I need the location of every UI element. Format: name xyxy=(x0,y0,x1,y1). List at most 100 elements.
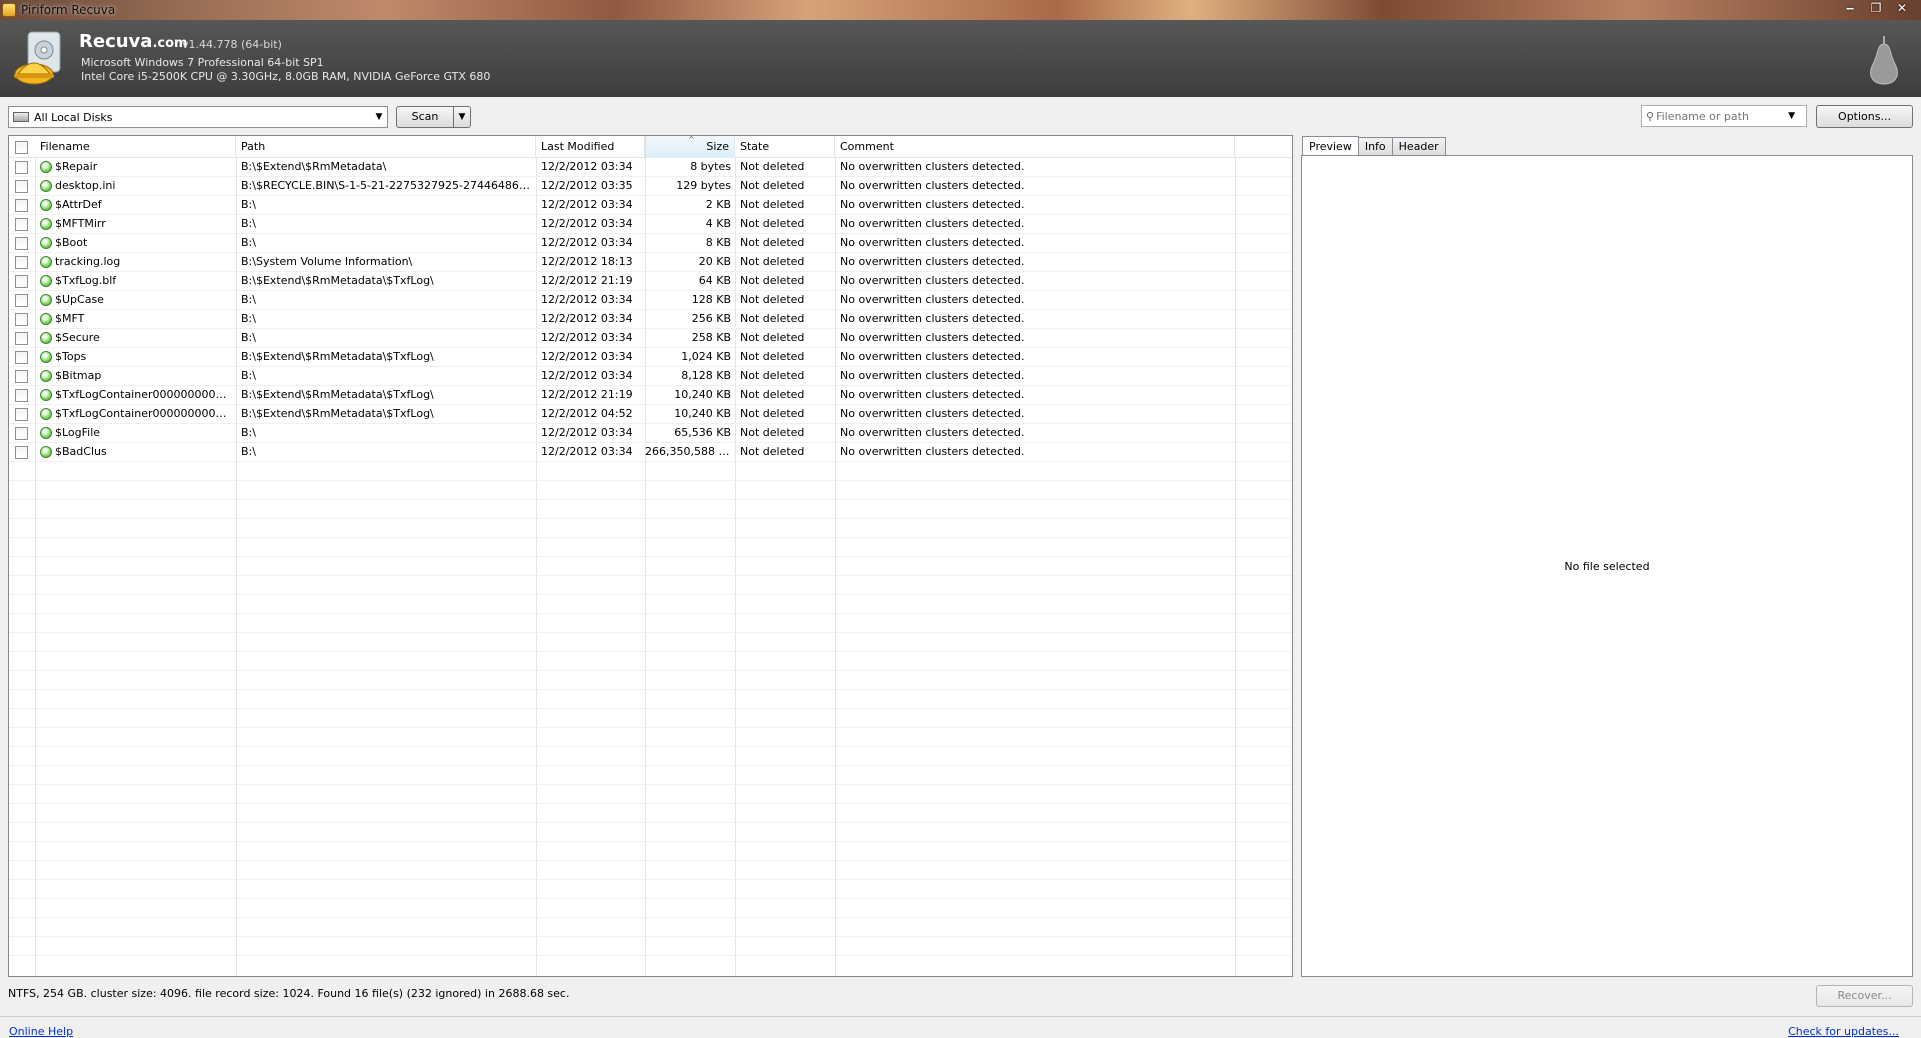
minimize-button[interactable]: ‒ xyxy=(1837,0,1863,17)
table-row[interactable]: $MFTMirr B:\ 12/2/2012 03:34 4 KB Not delete… xyxy=(9,215,1292,234)
table-row[interactable]: $UpCase B:\ 12/2/2012 03:34 128 KB Not delet… xyxy=(9,291,1292,310)
cell-size: 4 KB xyxy=(705,217,731,230)
table-row[interactable]: $BadClus B:\ 12/2/2012 03:34 266,350,588 KB… xyxy=(9,443,1292,462)
cell-modified: 12/2/2012 03:34 xyxy=(541,236,633,249)
table-row[interactable]: $TxfLogContainer000000000000... B:\$Exten… xyxy=(9,386,1292,405)
recover-button[interactable]: Recover... xyxy=(1816,985,1913,1007)
cell-state: Not deleted xyxy=(740,350,805,363)
cell-filename: $LogFile xyxy=(55,426,101,439)
green-circle-icon xyxy=(40,427,52,439)
row-checkbox[interactable] xyxy=(15,351,28,364)
scan-button[interactable]: Scan xyxy=(396,106,454,128)
window-controls: ‒ ❐ ✕ xyxy=(1837,0,1915,17)
green-circle-icon xyxy=(40,351,52,363)
empty-row xyxy=(9,785,1292,804)
cell-modified: 12/2/2012 03:34 xyxy=(541,331,633,344)
table-row[interactable]: $Repair B:\$Extend\$RmMetadata\ 12/2/2012 … xyxy=(9,158,1292,177)
chevron-down-icon[interactable]: ▼ xyxy=(1788,111,1795,121)
cell-size: 8 KB xyxy=(705,236,731,249)
search-box[interactable]: ⚲ ▼ xyxy=(1641,105,1807,127)
row-checkbox[interactable] xyxy=(15,161,28,174)
scan-dropdown-button[interactable]: ▼ xyxy=(453,106,471,128)
row-checkbox[interactable] xyxy=(15,370,28,383)
select-all-checkbox[interactable] xyxy=(15,141,28,154)
cell-modified: 12/2/2012 21:19 xyxy=(541,274,633,287)
green-circle-icon xyxy=(40,199,52,211)
empty-row xyxy=(9,614,1292,633)
empty-row xyxy=(9,880,1292,899)
column-header-size[interactable]: ^ Size xyxy=(645,136,735,158)
row-checkbox[interactable] xyxy=(15,427,28,440)
column-header-comment[interactable]: Comment xyxy=(835,136,1235,158)
cell-size: 129 bytes xyxy=(676,179,731,192)
column-header-last-modified[interactable]: Last Modified xyxy=(536,136,645,158)
table-row[interactable]: $Tops B:\$Extend\$RmMetadata\$TxfLog\ 12/2… xyxy=(9,348,1292,367)
column-header-filename[interactable]: Filename xyxy=(35,136,236,158)
table-row[interactable]: $Secure B:\ 12/2/2012 03:34 258 KB Not delet… xyxy=(9,329,1292,348)
row-checkbox[interactable] xyxy=(15,275,28,288)
table-row[interactable]: $TxfLogContainer000000000000... B:\$Exten… xyxy=(9,405,1292,424)
column-header-state[interactable]: State xyxy=(735,136,835,158)
cell-comment: No overwritten clusters detected. xyxy=(840,217,1025,230)
cell-state: Not deleted xyxy=(740,217,805,230)
table-row[interactable]: tracking.log B:\System Volume Information… xyxy=(9,253,1292,272)
table-row[interactable]: $MFT B:\ 12/2/2012 03:34 256 KB Not deleted N… xyxy=(9,310,1292,329)
cell-filename: $TxfLogContainer000000000000... xyxy=(55,407,233,420)
row-checkbox[interactable] xyxy=(15,332,28,345)
tab-preview[interactable]: Preview xyxy=(1302,136,1359,156)
cell-comment: No overwritten clusters detected. xyxy=(840,198,1025,211)
close-button[interactable]: ✕ xyxy=(1889,0,1915,17)
tab-header[interactable]: Header xyxy=(1391,137,1446,156)
row-checkbox[interactable] xyxy=(15,218,28,231)
cell-filename: $BadClus xyxy=(55,445,107,458)
cell-modified: 12/2/2012 03:34 xyxy=(541,445,633,458)
row-checkbox[interactable] xyxy=(15,408,28,421)
cell-path: B:\ xyxy=(241,426,256,439)
drive-select[interactable]: All Local Disks ▼ xyxy=(8,106,388,128)
cell-modified: 12/2/2012 03:34 xyxy=(541,426,633,439)
table-row[interactable]: $AttrDef B:\ 12/2/2012 03:34 2 KB Not delete… xyxy=(9,196,1292,215)
empty-row xyxy=(9,899,1292,918)
green-circle-icon xyxy=(40,161,52,173)
cell-state: Not deleted xyxy=(740,312,805,325)
table-row[interactable]: $LogFile B:\ 12/2/2012 03:34 65,536 KB Not d… xyxy=(9,424,1292,443)
search-input[interactable] xyxy=(1656,109,1787,123)
restore-button[interactable]: ❐ xyxy=(1863,0,1889,17)
cell-comment: No overwritten clusters detected. xyxy=(840,350,1025,363)
cell-filename: $Bitmap xyxy=(55,369,102,382)
table-row[interactable]: desktop.ini B:\$RECYCLE.BIN\S-1-5-21-2275… xyxy=(9,177,1292,196)
table-row[interactable]: $Bitmap B:\ 12/2/2012 03:34 8,128 KB Not del… xyxy=(9,367,1292,386)
online-help-link[interactable]: Online Help xyxy=(9,1025,73,1038)
row-checkbox[interactable] xyxy=(15,199,28,212)
green-circle-icon xyxy=(40,237,52,249)
cell-comment: No overwritten clusters detected. xyxy=(840,274,1025,287)
cell-modified: 12/2/2012 03:34 xyxy=(541,369,633,382)
empty-row xyxy=(9,766,1292,785)
tab-info[interactable]: Info xyxy=(1357,137,1393,156)
column-header-path[interactable]: Path xyxy=(236,136,536,158)
row-checkbox[interactable] xyxy=(15,313,28,326)
row-checkbox[interactable] xyxy=(15,446,28,459)
cell-size: 2 KB xyxy=(705,198,731,211)
file-list[interactable]: Filename Path Last Modified ^ Size State … xyxy=(8,135,1293,977)
row-checkbox[interactable] xyxy=(15,294,28,307)
preview-tabs: Preview Info Header xyxy=(1302,136,1446,156)
empty-row xyxy=(9,842,1292,861)
check-updates-link[interactable]: Check for updates... xyxy=(1788,1025,1899,1038)
chevron-down-icon[interactable]: ▼ xyxy=(371,112,387,122)
cell-comment: No overwritten clusters detected. xyxy=(840,426,1025,439)
cell-size: 256 KB xyxy=(691,312,731,325)
options-button[interactable]: Options... xyxy=(1816,105,1913,128)
cell-modified: 12/2/2012 18:13 xyxy=(541,255,633,268)
table-row[interactable]: $Boot B:\ 12/2/2012 03:34 8 KB Not deleted No… xyxy=(9,234,1292,253)
row-checkbox[interactable] xyxy=(15,180,28,193)
table-row[interactable]: $TxfLog.blf B:\$Extend\$RmMetadata\$TxfLo… xyxy=(9,272,1292,291)
green-circle-icon xyxy=(40,370,52,382)
cell-size: 65,536 KB xyxy=(674,426,731,439)
scan-status: NTFS, 254 GB. cluster size: 4096. file r… xyxy=(8,987,570,1000)
empty-row xyxy=(9,709,1292,728)
row-checkbox[interactable] xyxy=(15,256,28,269)
cell-size: 64 KB xyxy=(698,274,731,287)
row-checkbox[interactable] xyxy=(15,237,28,250)
row-checkbox[interactable] xyxy=(15,389,28,402)
